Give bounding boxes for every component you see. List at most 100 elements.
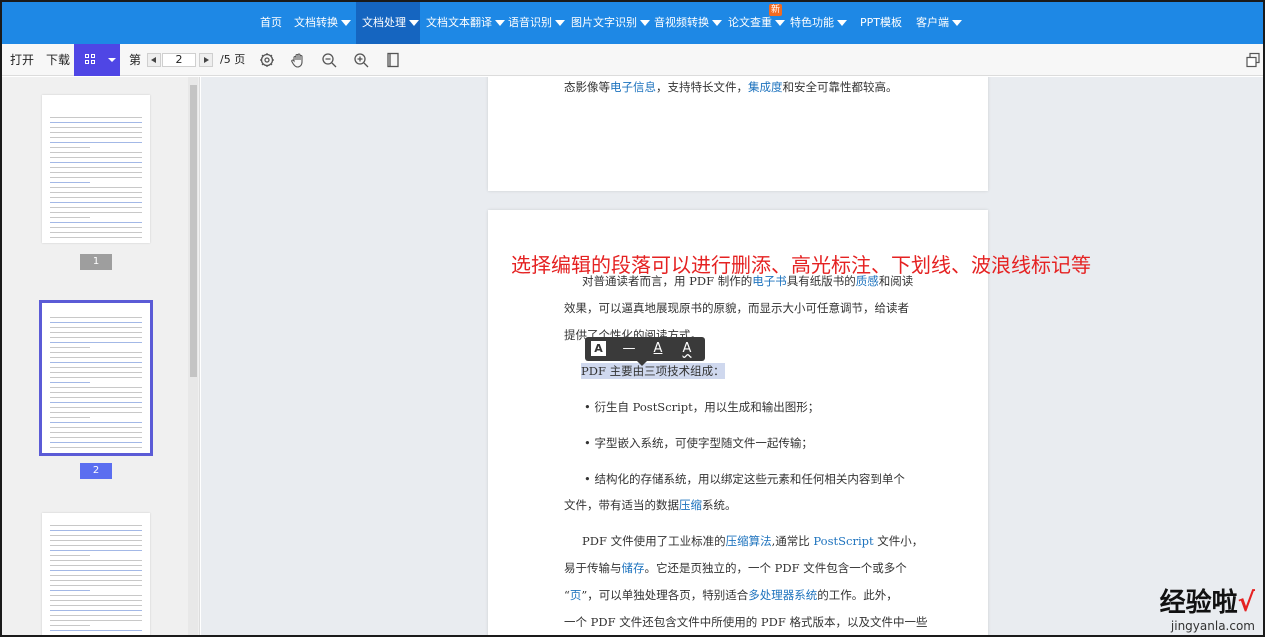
thumbnail-text-line [50, 127, 142, 128]
nav-doc-convert[interactable]: 文档转换 [294, 2, 351, 44]
next-page-button[interactable] [199, 53, 213, 67]
thumbnail-text-line [50, 207, 142, 208]
strikethrough-button[interactable]: — [620, 340, 638, 358]
settings-icon[interactable] [259, 52, 275, 68]
thumbnail-text-line [50, 137, 142, 138]
prev-page-button[interactable] [147, 53, 161, 67]
chevron-down-icon [108, 58, 116, 62]
thumbnail-text-line [50, 342, 142, 343]
chevron-down-icon [837, 20, 847, 26]
thumbnail-text-line [50, 437, 142, 438]
para1-line2: 效果，可以逼真地展现原书的原貌，而显示大小可任意调节，给读者 [564, 301, 909, 315]
link-storage[interactable]: 储存 [622, 561, 645, 575]
thumbnail-text-line [50, 152, 142, 153]
thumbnail-text-line [50, 407, 142, 408]
nav-doc-translate[interactable]: 文档文本翻译 [426, 2, 505, 44]
bullet-item: • 结构化的存储系统，用以绑定这些元素和任何相关内容到单个 [584, 472, 905, 486]
selected-paragraph[interactable]: PDF 主要由三项技术组成： [581, 363, 725, 379]
nav-doc-process[interactable]: 文档处理 [356, 2, 420, 44]
nav-special-features[interactable]: 特色功能 [790, 2, 847, 44]
nav-ppt-templates[interactable]: PPT模板 [860, 2, 902, 44]
thumbnail-page-3[interactable] [42, 513, 150, 636]
thumbnail-text-line [50, 555, 90, 556]
para2-line1: PDF 文件使用了工业标准的压缩算法,通常比 PostScript 文件小， [582, 534, 924, 548]
thumbnail-text-line [50, 580, 142, 581]
link-compression-algo[interactable]: 压缩算法 [726, 534, 772, 548]
chevron-down-icon [712, 20, 722, 26]
thumbnail-page-2[interactable] [39, 300, 153, 456]
thumbnail-text-line [50, 447, 142, 448]
link-compression[interactable]: 压缩 [679, 498, 702, 512]
nav-speech-recognition[interactable]: 语音识别 [508, 2, 565, 44]
thumbnail-text-line [50, 197, 142, 198]
thumbnail-text-line [50, 237, 142, 238]
nav-client[interactable]: 客户端 [916, 2, 962, 44]
nav-av-convert[interactable]: 音视频转换 [654, 2, 722, 44]
thumbnail-text-line [50, 232, 142, 233]
thumbnail-text-line [50, 392, 142, 393]
thumbnail-page-1[interactable] [42, 95, 150, 243]
thumbnail-text-line [50, 630, 142, 631]
bullet-item-cont: 文件，带有适当的数据压缩系统。 [564, 498, 737, 512]
thumbnail-text-line [50, 545, 142, 546]
open-button[interactable]: 打开 [10, 44, 34, 76]
thumbnail-text-line [50, 442, 142, 443]
thumbnail-text-line [50, 322, 142, 323]
thumbnail-text-line [50, 192, 142, 193]
thumbnail-text-line [50, 167, 142, 168]
page-number-input[interactable]: 2 [162, 53, 196, 67]
thumbnail-text-line [50, 352, 142, 353]
link-electronic-info[interactable]: 电子信息 [610, 80, 656, 94]
bullet-item: • 字型嵌入系统，可使字型随文件一起传输； [584, 436, 813, 450]
link-multiprocessor[interactable]: 多处理器系统 [748, 588, 817, 602]
watermark-url: jingyanla.com [1170, 619, 1255, 633]
thumbnail-text-line [50, 570, 142, 571]
single-page-icon[interactable] [385, 52, 401, 68]
thumbnail-text-line [50, 560, 142, 561]
chevron-down-icon [775, 20, 785, 26]
thumbnail-view-button[interactable] [74, 44, 120, 76]
para2-line2: 易于传输与储存。它还是页独立的，一个 PDF 文件包含一个或多个 [564, 561, 907, 575]
thumbnail-text-line [50, 157, 142, 158]
thumbnail-text-line [50, 327, 142, 328]
thumbnail-text-line [50, 382, 90, 383]
page1-text-line: 态影像等电子信息，支持特长文件，集成度和安全可靠性都较高。 [564, 80, 898, 94]
thumbnail-text-line [50, 147, 90, 148]
para2-line4: 一个 PDF 文件还包含文件中所使用的 PDF 格式版本，以及文件中一些 [564, 615, 928, 629]
para2-line3: “页”，可以单独处理各页，特别适合多处理器系统的工作。此外， [564, 588, 898, 602]
thumbnail-text-line [50, 550, 142, 551]
zoom-out-icon[interactable] [321, 52, 337, 68]
nav-ocr[interactable]: 图片文字识别 [571, 2, 650, 44]
new-badge: 新 [769, 4, 783, 16]
thumbnail-text-line [50, 635, 142, 636]
thumbnail-text-line [50, 217, 90, 218]
squiggly-button[interactable]: A [678, 340, 696, 358]
thumbnail-text-line [50, 372, 142, 373]
highlight-button[interactable]: A [591, 341, 606, 356]
download-button[interactable]: 下载 [46, 44, 70, 76]
hand-icon[interactable] [290, 52, 306, 68]
thumbnail-text-line [50, 565, 142, 566]
watermark: 经验啦√ jingyanla.com [1160, 582, 1255, 633]
thumbnail-text-line [50, 367, 142, 368]
thumbnail-page-label: 2 [80, 463, 112, 479]
chevron-down-icon [409, 20, 419, 26]
thumbnail-text-line [50, 432, 142, 433]
thumbnail-text-line [50, 605, 142, 606]
document-viewport[interactable]: 态影像等电子信息，支持特长文件，集成度和安全可靠性都较高。 对普通读者而言，用 … [201, 77, 1263, 635]
sidebar-scroll-thumb[interactable] [190, 85, 197, 377]
thumbnail-text-line [50, 575, 142, 576]
text-markup-popup: A — A A [585, 337, 705, 366]
thumbnail-text-line [50, 177, 142, 178]
link-integration[interactable]: 集成度 [748, 80, 783, 94]
total-pages-label: /5 页 [220, 53, 246, 66]
link-page[interactable]: 页 [570, 588, 582, 602]
thumbnail-text-line [50, 122, 142, 123]
link-postscript[interactable]: PostScript [813, 534, 873, 548]
zoom-in-icon[interactable] [353, 52, 369, 68]
thumbnail-text-line [50, 427, 142, 428]
grid-icon [85, 54, 89, 58]
external-icon[interactable] [1245, 52, 1261, 68]
underline-button[interactable]: A [649, 340, 667, 358]
nav-home[interactable]: 首页 [252, 2, 290, 44]
